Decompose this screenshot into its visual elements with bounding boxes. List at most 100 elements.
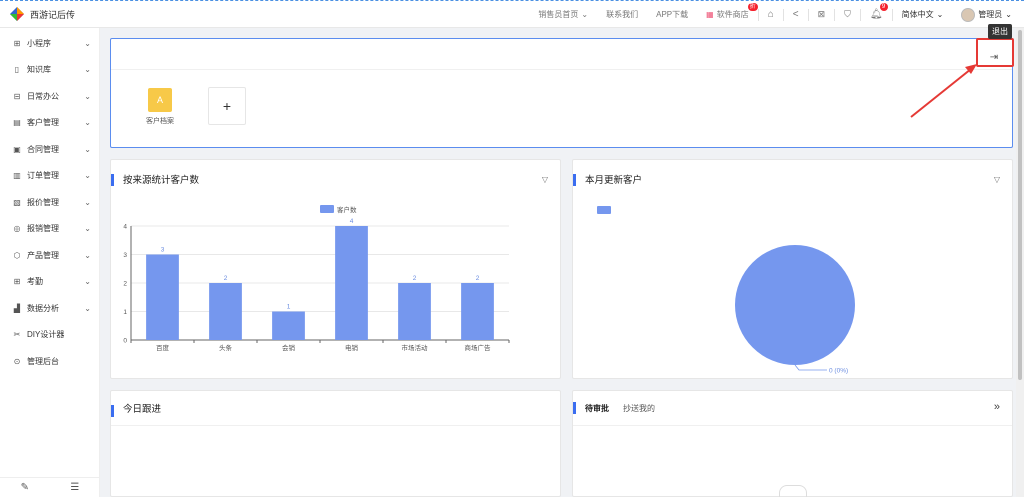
share-icon[interactable]: < [784,1,808,28]
sidebar-item-quote[interactable]: ▧ 报价管理 ⌄ [0,189,99,216]
sidebar-item-label: 合同管理 [27,144,59,154]
chevron-down-icon: ⌄ [84,38,91,48]
divider [573,425,1012,426]
sidebar-item-knowledge[interactable]: ▯ 知识库 ⌄ [0,57,99,84]
briefcase-icon: ⊟ [13,91,21,101]
scrollbar-thumb[interactable] [1018,30,1022,380]
home-icon[interactable]: ⌂ [759,1,783,28]
sidebar-item-label: 小程序 [27,38,51,48]
filter-icon[interactable]: ▽ [542,175,548,184]
nav-contact[interactable]: 联系我们 [597,1,647,28]
source-chart-title: 按来源统计客户数 [111,160,199,198]
filter-icon[interactable]: ▽ [994,175,1000,184]
bar [398,283,431,340]
app-logo[interactable]: 西游记后传 [0,7,110,21]
pie-slice [735,245,855,365]
pie-data-label: 0 (0%) [829,368,848,375]
language-select[interactable]: 简体中文 ⌄ [893,1,953,28]
top-nav: 销售员首页 ⌄ 联系我们 APP下载 ▦ 软件商店 折 ⌂ < ⊠ ⛉ 🔔︎ 9 … [529,1,1024,28]
chevron-down-icon: ⌄ [84,277,91,287]
chevron-down-icon: ⌄ [84,171,91,181]
chevron-down-icon: ⌄ [84,91,91,101]
sidebar-footer: ✎ ☰ [0,477,100,497]
store-grid-icon: ▦ [706,10,714,19]
shirt-icon[interactable]: ⛉ [835,1,860,28]
tab-pending-approval[interactable]: 待审批 [585,403,609,414]
user-name: 管理员 [978,10,1003,19]
sidebar-item-label: 管理后台 [27,356,59,366]
sidebar-item-diy[interactable]: ✂ DIY设计器 [0,322,99,349]
logout-tooltip: 退出 [988,24,1012,39]
settings-icon: ⊙ [13,356,21,366]
sidebar-item-admin[interactable]: ⊙ 管理后台 [0,348,99,375]
bar-data-label: 4 [350,218,354,225]
avatar [961,7,976,22]
tools-icon: ✂ [13,330,21,340]
sidebar-item-label: 日常办公 [27,91,59,101]
title-marker [573,402,576,414]
x-tick-label: 百度 [156,343,170,352]
divider [111,69,1012,70]
sidebar-item-analytics[interactable]: ▟ 数据分析 ⌄ [0,295,99,322]
quote-icon: ▧ [13,197,21,207]
monthly-update-title: 本月更新客户 [573,160,642,198]
reimburse-icon: ◎ [13,224,21,234]
analytics-icon: ▟ [13,303,21,313]
highlight-box [976,38,1014,67]
sidebar-item-label: 产品管理 [27,250,59,260]
book-icon: ▯ [14,65,20,75]
y-tick-label: 1 [123,309,127,316]
nav-contact-label: 联系我们 [606,10,639,19]
annotation-arrow [910,64,977,118]
bar [272,311,305,340]
sidebar-item-mini-program[interactable]: ⊞ 小程序 ⌄ [0,30,99,57]
pie-label-leader [794,364,827,371]
nav-sales-home[interactable]: 销售员首页 ⌄ [529,1,597,28]
sidebar-item-order[interactable]: ▥ 订单管理 ⌄ [0,163,99,190]
chevron-down-icon: ⌄ [84,144,91,154]
customer-icon: ▤ [13,118,21,128]
sidebar-item-label: 数据分析 [27,303,59,313]
bar [209,283,242,340]
collapse-menu-icon[interactable]: ☰ [70,482,79,493]
add-shortcut-button[interactable]: + [208,87,246,125]
x-tick-label: 商场广告 [465,343,492,352]
sidebar-item-customer[interactable]: ▤ 客户管理 ⌄ [0,110,99,137]
monthly-update-card: 本月更新客户 ▽ 0 (0%) [572,159,1013,379]
nav-app-download[interactable]: APP下载 [647,1,697,28]
tab-cc-me[interactable]: 抄送我的 [623,403,655,414]
bar-data-label: 2 [413,275,417,282]
today-follow-title: 今日跟进 [111,391,161,425]
approval-tabs: 待审批 抄送我的 [585,391,655,425]
sidebar-item-label: DIY设计器 [27,330,65,340]
sidebar-item-product[interactable]: ⬡ 产品管理 ⌄ [0,242,99,269]
sidebar-item-label: 考勤 [27,277,43,287]
bar-data-label: 2 [224,275,228,282]
y-tick-label: 3 [123,252,127,259]
shortcut-tile-letter: A [156,95,163,105]
shortcut-tile-label: 客户档案 [146,118,174,125]
chevron-down-icon: ⌄ [84,118,91,128]
bar [335,226,368,340]
source-chart-card: 按来源统计客户数 ▽ 客户数 0 1 2 3 4 3 百度 2 头条 1 会销 4 电销 2 市场活动 2 商场广… [110,159,561,379]
sidebar-item-reimburse[interactable]: ◎ 报销管理 ⌄ [0,216,99,243]
edit-icon[interactable]: ✎ [21,482,29,493]
y-tick-label: 4 [123,224,127,231]
nav-software-store[interactable]: ▦ 软件商店 折 [697,1,758,28]
bar [461,283,494,340]
source-bar-chart: 客户数 0 1 2 3 4 3 百度 2 头条 1 会销 4 电销 2 市场活动 2 商场广告 [123,205,510,352]
page-scrollbar[interactable] [1016,28,1024,497]
screen-icon[interactable]: ⊠ [809,1,835,28]
x-tick-label: 会销 [282,343,296,352]
bar-data-label: 2 [476,275,480,282]
y-tick-label: 0 [123,338,127,345]
diamond-logo-icon [10,7,24,21]
nav-sales-home-label: 销售员首页 [538,10,579,19]
sidebar-item-contract[interactable]: ▣ 合同管理 ⌄ [0,136,99,163]
double-chevron-right-icon[interactable]: » [994,401,1000,413]
contract-icon: ▣ [13,144,21,154]
sidebar-item-attendance[interactable]: ⊞ 考勤 ⌄ [0,269,99,296]
shortcut-tile-customer-archive[interactable]: A [148,88,172,112]
bell-icon[interactable]: 🔔︎ 9 [861,1,892,28]
sidebar-item-office[interactable]: ⊟ 日常办公 ⌄ [0,83,99,110]
